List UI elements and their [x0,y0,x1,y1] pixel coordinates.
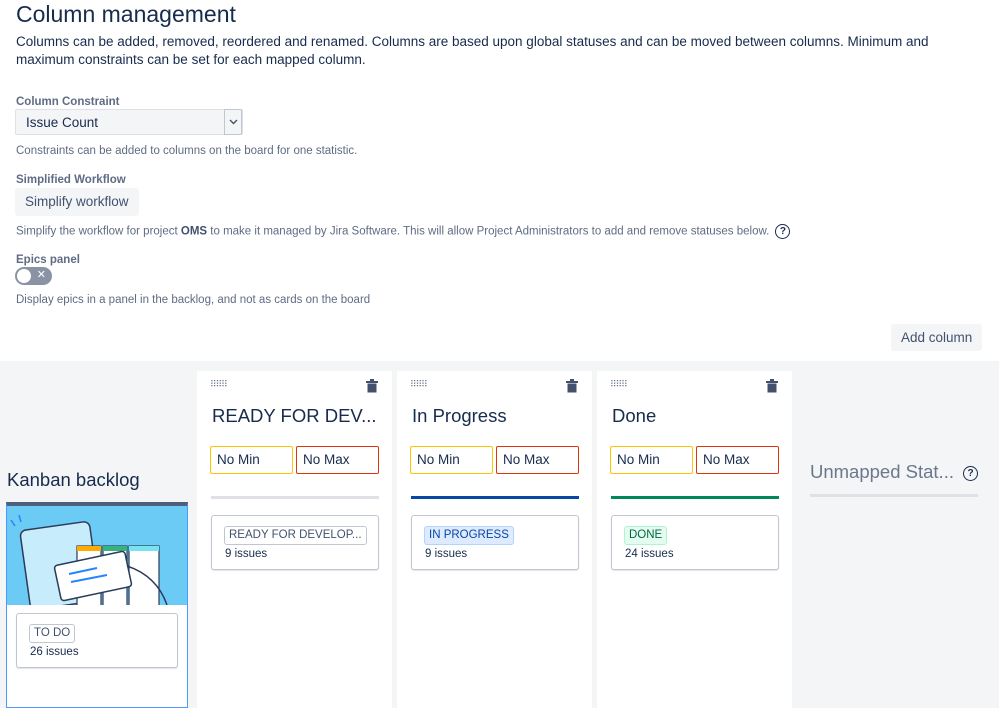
board-column[interactable]: ⠿⠿⠿ READY FOR DEV... No Min No Max READY… [197,371,392,708]
epics-panel-label: Epics panel [16,254,80,266]
column-status-bar [611,496,779,499]
status-lozenge: IN PROGRESS [424,526,514,545]
issue-count: 9 issues [225,548,268,560]
kanban-backlog-column: Kanban backlog TO DO 26 issues [0,361,195,708]
status-card[interactable]: IN PROGRESS 9 issues [411,515,579,570]
page-title: Column management [16,1,236,27]
close-icon: ✕ [36,269,46,281]
backlog-panel: TO DO 26 issues [6,502,188,708]
constraint-help-text: Constraints can be added to columns on t… [16,145,358,157]
column-title[interactable]: READY FOR DEV... [212,405,377,427]
project-key: OMS [180,225,208,238]
issue-count: 9 issues [425,548,468,560]
toggle-knob [17,269,31,283]
column-status-bar [411,496,579,499]
backlog-status-card[interactable]: TO DO 26 issues [16,613,178,668]
page-description: Columns can be added, removed, reordered… [16,34,929,67]
issue-count: 26 issues [30,646,79,658]
min-constraint-input[interactable]: No Min [210,446,293,474]
column-title[interactable]: In Progress [412,405,507,427]
trash-icon[interactable] [366,379,378,393]
board-column[interactable]: ⠿⠿⠿ Done No Min No Max DONE 24 issues [597,371,792,708]
trash-icon[interactable] [566,379,578,393]
chevron-down-icon[interactable] [224,109,242,135]
help-icon[interactable]: ? [963,466,978,481]
help-icon[interactable]: ? [775,224,791,239]
min-constraint-input[interactable]: No Min [410,446,493,474]
status-lozenge: DONE [624,526,668,545]
backlog-illustration [7,506,187,605]
workflow-help-after: to make it managed by Jira Software. Thi… [207,225,770,238]
unmapped-statuses-column: Unmapped Stat... ? [810,461,980,497]
column-title[interactable]: Done [612,405,656,427]
max-constraint-input[interactable]: No Max [696,446,779,474]
drag-handle-icon[interactable]: ⠿⠿⠿ [610,379,628,390]
status-card[interactable]: DONE 24 issues [611,515,779,570]
column-constraint-label: Column Constraint [16,96,120,108]
workflow-help-text: Simplify the workflow for project OMS to… [16,224,791,239]
max-constraint-input[interactable]: No Max [296,446,379,474]
unmapped-bar [810,494,978,497]
add-column-button[interactable]: Add column [891,324,983,351]
status-card[interactable]: READY FOR DEVELOP... 9 issues [211,515,379,570]
issue-count: 24 issues [625,548,674,560]
board-column[interactable]: ⠿⠿⠿ In Progress No Min No Max IN PROGRES… [397,371,592,708]
trash-icon[interactable] [766,379,778,393]
epics-panel-toggle[interactable]: ✕ [15,267,52,285]
epics-help-text: Display epics in a panel in the backlog,… [16,294,371,306]
status-lozenge: READY FOR DEVELOP... [224,526,367,545]
column-constraint-value: Issue Count [26,115,99,130]
max-constraint-input[interactable]: No Max [496,446,579,474]
backlog-title: Kanban backlog [7,469,140,490]
min-constraint-input[interactable]: No Min [610,446,693,474]
status-lozenge: TO DO [29,624,76,643]
drag-handle-icon[interactable]: ⠿⠿⠿ [210,379,228,390]
drag-handle-icon[interactable]: ⠿⠿⠿ [410,379,428,390]
simplified-workflow-label: Simplified Workflow [16,174,126,186]
column-constraint-select[interactable]: Issue Count [15,109,243,135]
unmapped-title: Unmapped Stat... [810,461,954,482]
column-status-bar [211,496,379,499]
workflow-help-before: Simplify the workflow for project [16,225,181,238]
simplify-workflow-button[interactable]: Simplify workflow [15,188,139,216]
column-board: Kanban backlog TO DO 26 issues ⠿⠿⠿ READY… [0,361,999,708]
